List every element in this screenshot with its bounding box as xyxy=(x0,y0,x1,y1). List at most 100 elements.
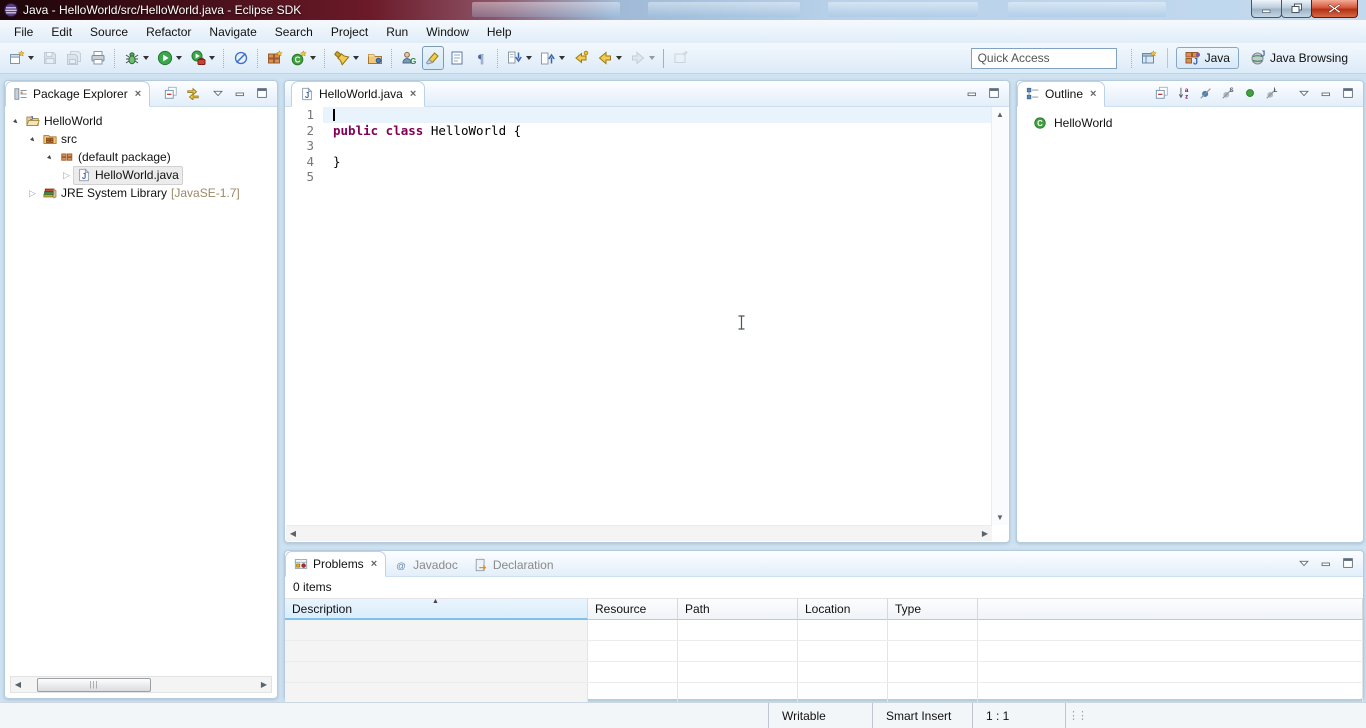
hide-local-types-button[interactable]: L xyxy=(1262,84,1282,102)
tab-javadoc[interactable]: @Javadoc xyxy=(386,553,466,577)
save-button[interactable] xyxy=(39,46,61,70)
scroll-down-icon[interactable]: ▼ xyxy=(996,510,1004,525)
menu-file[interactable]: File xyxy=(5,22,42,42)
expander-expanded-icon[interactable]: ▾ xyxy=(25,131,41,147)
external-tools-button[interactable] xyxy=(187,46,218,70)
minimize-button[interactable] xyxy=(1251,0,1282,18)
dropdown-arrow-icon[interactable] xyxy=(310,56,316,60)
dropdown-arrow-icon[interactable] xyxy=(28,56,34,60)
package-explorer-hscrollbar[interactable]: ◀ ||| ▶ xyxy=(10,676,272,693)
code-line-3[interactable]: 3 xyxy=(286,138,992,154)
perspective-java-browsing[interactable]: JJava Browsing xyxy=(1241,47,1357,69)
menu-help[interactable]: Help xyxy=(478,22,521,42)
column-header-location[interactable]: Location xyxy=(798,598,888,620)
run-button[interactable] xyxy=(154,46,185,70)
tab-helloworld-java[interactable]: J HelloWorld.java × xyxy=(291,81,425,107)
column-header-resource[interactable]: Resource xyxy=(588,598,678,620)
close-icon[interactable]: × xyxy=(1090,88,1096,100)
editor-hscrollbar[interactable]: ◀ ▶ xyxy=(286,525,992,541)
save-all-button[interactable] xyxy=(63,46,85,70)
menu-run[interactable]: Run xyxy=(377,22,417,42)
scroll-left-icon[interactable]: ◀ xyxy=(11,680,25,689)
maximize-button[interactable] xyxy=(252,84,272,102)
last-edit-location-button[interactable] xyxy=(570,46,592,70)
perspective-java[interactable]: JJava xyxy=(1176,47,1239,69)
new-java-project-button[interactable] xyxy=(264,46,286,70)
restore-button[interactable] xyxy=(1281,0,1312,18)
expander-expanded-icon[interactable]: ▾ xyxy=(8,113,24,129)
tree-item-helloworld[interactable]: ▾JHelloWorld xyxy=(5,112,277,130)
dropdown-arrow-icon[interactable] xyxy=(176,56,182,60)
menu-edit[interactable]: Edit xyxy=(42,22,81,42)
dropdown-arrow-icon[interactable] xyxy=(526,56,532,60)
view-menu-button[interactable] xyxy=(208,84,228,102)
minimize-button[interactable] xyxy=(1316,554,1336,572)
tab-package-explorer[interactable]: Package Explorer × xyxy=(5,81,150,107)
dropdown-arrow-icon[interactable] xyxy=(649,56,655,60)
scroll-up-icon[interactable]: ▲ xyxy=(996,107,1004,122)
close-icon[interactable]: × xyxy=(371,558,377,570)
dropdown-arrow-icon[interactable] xyxy=(559,56,565,60)
scroll-right-icon[interactable]: ▶ xyxy=(257,680,271,689)
dropdown-arrow-icon[interactable] xyxy=(616,56,622,60)
collapse-all-button[interactable] xyxy=(1152,84,1172,102)
menu-source[interactable]: Source xyxy=(81,22,137,42)
previous-annotation-button[interactable] xyxy=(537,46,568,70)
hide-non-public-button[interactable] xyxy=(1240,84,1260,102)
debug-button[interactable] xyxy=(121,46,152,70)
maximize-button[interactable] xyxy=(1338,84,1358,102)
tab-declaration[interactable]: Declaration xyxy=(466,553,562,577)
title-bar[interactable]: Java - HelloWorld/src/HelloWorld.java - … xyxy=(0,0,1366,20)
code-line-5[interactable]: 5 xyxy=(286,169,992,185)
mark-occurrences-button[interactable] xyxy=(422,46,444,70)
close-icon[interactable]: × xyxy=(135,88,141,100)
view-menu-button[interactable] xyxy=(1294,84,1314,102)
tab-outline[interactable]: Outline × xyxy=(1017,81,1105,107)
column-header-description[interactable]: ▲Description xyxy=(285,598,588,620)
minimize-button[interactable] xyxy=(230,84,250,102)
link-with-editor-button[interactable] xyxy=(183,84,203,102)
scrollbar-thumb[interactable]: ||| xyxy=(37,678,151,692)
new-wizard-button[interactable] xyxy=(6,46,37,70)
tab-problems[interactable]: Problems× xyxy=(285,551,386,577)
minimize-button[interactable] xyxy=(1316,84,1336,102)
expander-collapsed-icon[interactable]: ▷ xyxy=(26,188,39,199)
maximize-button[interactable] xyxy=(984,84,1004,102)
print-button[interactable] xyxy=(87,46,109,70)
open-type-button[interactable] xyxy=(364,46,386,70)
menu-navigate[interactable]: Navigate xyxy=(200,22,265,42)
tree-item-helloworld-java[interactable]: ▷JHelloWorld.java xyxy=(5,166,277,184)
close-button[interactable] xyxy=(1311,0,1358,18)
expander-collapsed-icon[interactable]: ▷ xyxy=(60,170,73,181)
tree-item-jre-system-library[interactable]: ▷JRE System Library[JavaSE-1.7] xyxy=(5,184,277,202)
menu-refactor[interactable]: Refactor xyxy=(137,22,200,42)
view-menu-button[interactable] xyxy=(1294,554,1314,572)
new-java-class-button[interactable]: C xyxy=(288,46,319,70)
tree-item-src[interactable]: ▾src xyxy=(5,130,277,148)
tree-item-default-package[interactable]: ▾(default package) xyxy=(5,148,277,166)
code-line-1[interactable]: 1 xyxy=(286,107,992,123)
quick-access-input[interactable] xyxy=(971,48,1117,69)
editor-vscrollbar[interactable]: ▲ ▼ xyxy=(991,107,1008,525)
open-perspective-button[interactable] xyxy=(1138,46,1160,70)
code-editor[interactable]: 12public class HelloWorld {34}5 xyxy=(286,107,992,525)
close-icon[interactable]: × xyxy=(410,88,416,100)
open-element-button[interactable] xyxy=(446,46,468,70)
dropdown-arrow-icon[interactable] xyxy=(209,56,215,60)
dropdown-arrow-icon[interactable] xyxy=(353,56,359,60)
hide-fields-button[interactable] xyxy=(1196,84,1216,102)
hide-static-button[interactable]: S xyxy=(1218,84,1238,102)
sort-button[interactable]: az xyxy=(1174,84,1194,102)
expander-expanded-icon[interactable]: ▾ xyxy=(42,149,58,165)
scroll-left-icon[interactable]: ◀ xyxy=(286,529,300,538)
code-line-2[interactable]: 2public class HelloWorld { xyxy=(286,123,992,139)
menu-project[interactable]: Project xyxy=(322,22,377,42)
column-header-path[interactable]: Path xyxy=(678,598,798,620)
show-whitespace-button[interactable]: ¶ xyxy=(470,46,492,70)
dropdown-arrow-icon[interactable] xyxy=(143,56,149,60)
search-button[interactable] xyxy=(331,46,362,70)
back-button[interactable] xyxy=(594,46,625,70)
column-header-type[interactable]: Type xyxy=(888,598,978,620)
scroll-right-icon[interactable]: ▶ xyxy=(978,529,992,538)
menu-search[interactable]: Search xyxy=(266,22,322,42)
